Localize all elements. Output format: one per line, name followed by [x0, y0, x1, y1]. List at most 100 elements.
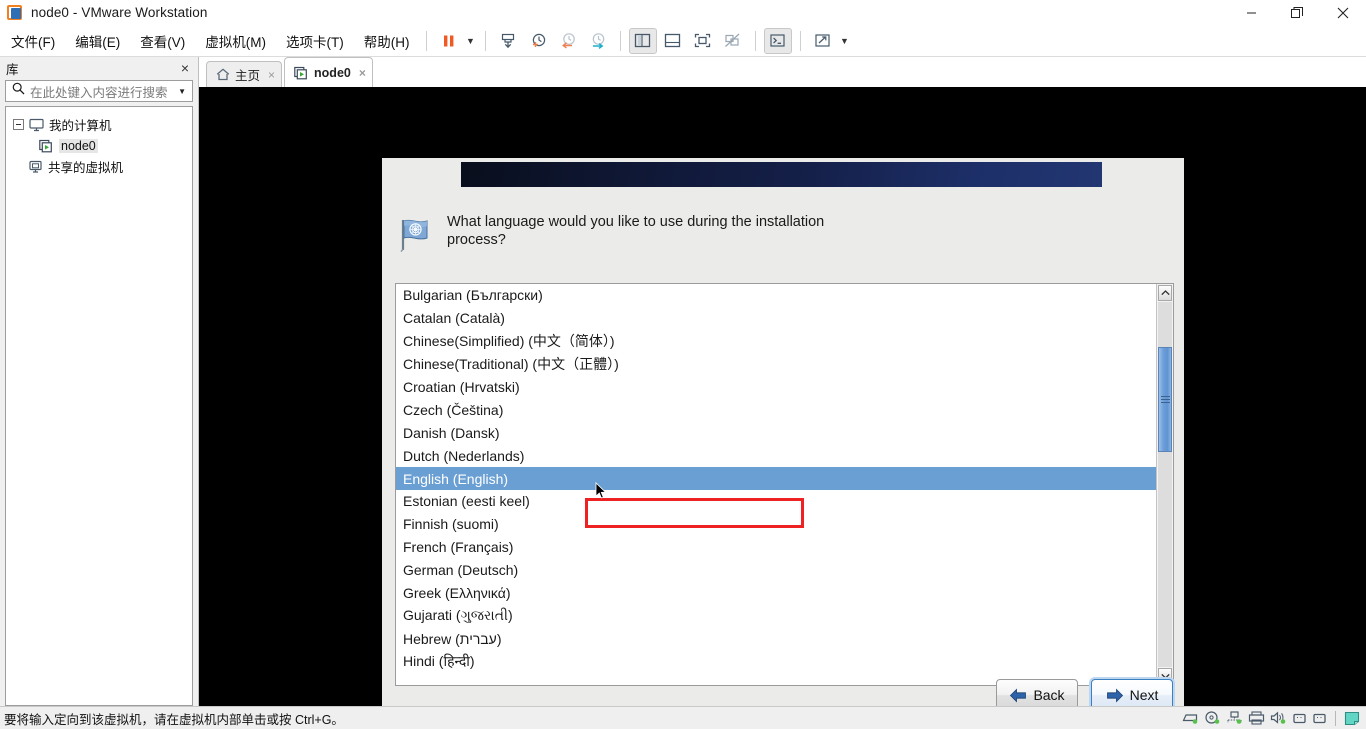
snapshot-take-button[interactable] [494, 28, 522, 54]
input-capture-icon[interactable] [1344, 711, 1360, 726]
sound-card-icon[interactable] [1270, 711, 1287, 725]
list-item[interactable]: Dutch (Nederlands) [396, 444, 1156, 467]
tab-close-icon[interactable]: × [268, 68, 275, 82]
main-body: 库 × 在此处键入内容进行搜索 ▼ 我的计算机 node0 共享的虚拟机 主页 … [0, 57, 1366, 706]
menu-vm[interactable]: 虚拟机(M) [196, 28, 275, 54]
toolbar-separator-4 [754, 30, 756, 51]
unity-button[interactable] [719, 28, 747, 54]
back-button-label: Back [1033, 687, 1065, 703]
stretch-dropdown[interactable]: ▼ [838, 29, 852, 53]
list-item[interactable]: Bulgarian (Български) [396, 284, 1156, 307]
pause-icon [443, 35, 453, 46]
tab-label: 主页 [235, 69, 261, 83]
computer-icon [29, 118, 44, 132]
list-item[interactable]: Greek (Ελληνικά) [396, 582, 1156, 605]
list-item[interactable]: Hebrew (עברית) [396, 627, 1156, 650]
list-item-selected[interactable]: English (English) [396, 467, 1156, 491]
close-button[interactable] [1320, 0, 1366, 25]
cd-dvd-icon[interactable] [1204, 711, 1221, 725]
close-icon[interactable]: × [178, 60, 192, 76]
show-thumbnails-button[interactable] [659, 28, 687, 54]
show-library-button[interactable] [628, 27, 657, 54]
menu-help[interactable]: 帮助(H) [355, 28, 419, 54]
list-item[interactable]: Estonian (eesti keel) [396, 490, 1156, 513]
mouse-cursor [595, 482, 607, 505]
tab-close-icon[interactable]: × [359, 66, 366, 80]
power-dropdown[interactable]: ▼ [464, 29, 478, 53]
panel-bottom-icon [664, 33, 681, 48]
list-scrollbar[interactable] [1156, 284, 1173, 685]
list-item[interactable]: Danish (Dansk) [396, 421, 1156, 444]
stretch-button[interactable] [809, 28, 837, 54]
toolbar-separator-5 [799, 30, 801, 51]
scroll-thumb[interactable] [1158, 347, 1172, 452]
title-bar: node0 - VMware Workstation [0, 0, 1366, 25]
snapshot-manager-button[interactable] [584, 28, 612, 54]
usb-device-1-icon[interactable] [1292, 711, 1307, 725]
list-item[interactable]: Chinese(Simplified) (中文（简体）) [396, 330, 1156, 353]
list-item[interactable]: Hindi (हिन्दी) [396, 650, 1156, 673]
vm-running-icon [294, 66, 309, 80]
tree-label: node0 [59, 138, 98, 153]
revert-snapshot-button[interactable] [554, 28, 582, 54]
list-item[interactable]: German (Deutsch) [396, 559, 1156, 582]
hard-disk-icon[interactable] [1182, 711, 1199, 725]
navigation-buttons: Back Next [996, 679, 1173, 706]
status-bar: 要将输入定向到该虚拟机，请在虚拟机内部单击或按 Ctrl+G。 [0, 706, 1366, 729]
list-item[interactable]: Finnish (suomi) [396, 513, 1156, 536]
search-icon [12, 82, 25, 100]
scroll-track[interactable] [1158, 302, 1172, 667]
fullscreen-button[interactable] [689, 28, 717, 54]
usb-device-2-icon[interactable] [1312, 711, 1327, 725]
minimize-button[interactable] [1228, 0, 1274, 25]
list-item[interactable]: Chinese(Traditional) (中文（正體）) [396, 353, 1156, 376]
chevron-down-icon[interactable]: ▼ [175, 87, 189, 96]
vm-running-icon [39, 139, 54, 153]
search-input[interactable]: 在此处键入内容进行搜索 ▼ [5, 80, 193, 102]
list-item[interactable]: Catalan (Català) [396, 307, 1156, 330]
next-button-label: Next [1129, 687, 1159, 703]
toolbar-separator [425, 30, 427, 51]
menu-view[interactable]: 查看(V) [131, 28, 194, 54]
grip-icon [1160, 394, 1170, 405]
library-title: 库 [6, 62, 19, 77]
status-separator [1335, 710, 1336, 726]
language-list[interactable]: Bulgarian (Български) Catalan (Català) C… [396, 284, 1156, 685]
restore-button[interactable] [1274, 0, 1320, 25]
un-flag-icon [395, 216, 435, 253]
panel-left-icon [634, 33, 651, 48]
fullscreen-icon [694, 33, 711, 48]
menu-file[interactable]: 文件(F) [2, 28, 64, 54]
menu-tabs[interactable]: 选项卡(T) [277, 28, 353, 54]
tab-home[interactable]: 主页 × [206, 61, 283, 87]
back-button[interactable]: Back [996, 679, 1078, 706]
scroll-up-button[interactable] [1158, 285, 1172, 301]
next-button[interactable]: Next [1091, 679, 1173, 706]
network-adapter-icon[interactable] [1226, 711, 1243, 725]
list-item[interactable]: Croatian (Hrvatski) [396, 376, 1156, 399]
guest-screen[interactable]: What language would you like to use duri… [199, 87, 1366, 706]
terminal-icon [770, 34, 785, 47]
console-button[interactable] [763, 27, 792, 54]
status-device-icons [1182, 710, 1366, 726]
menu-edit[interactable]: 编辑(E) [66, 28, 129, 54]
library-tree[interactable]: 我的计算机 node0 共享的虚拟机 [5, 106, 193, 706]
list-item[interactable]: Gujarati (ગુજરાતી) [396, 604, 1156, 627]
list-item[interactable]: French (Français) [396, 536, 1156, 559]
library-sidebar: 库 × 在此处键入内容进行搜索 ▼ 我的计算机 node0 共享的虚拟机 [0, 57, 199, 706]
tree-item-my-computer[interactable]: 我的计算机 [6, 114, 192, 135]
home-icon [216, 68, 230, 81]
tab-node0[interactable]: node0 × [284, 57, 373, 87]
prompt-row: What language would you like to use duri… [395, 214, 1155, 253]
installer-dialog: What language would you like to use duri… [382, 158, 1186, 706]
suspend-button[interactable] [435, 28, 463, 54]
printer-icon[interactable] [1248, 711, 1265, 725]
tree-item-node0[interactable]: node0 [6, 135, 192, 156]
tree-label: 我的计算机 [49, 119, 112, 133]
installer-banner [461, 162, 1102, 187]
snapshot-manage-button[interactable] [524, 28, 552, 54]
expander-icon[interactable] [13, 119, 24, 130]
language-listbox[interactable]: Bulgarian (Български) Catalan (Català) C… [395, 283, 1174, 686]
list-item[interactable]: Czech (Čeština) [396, 398, 1156, 421]
tree-item-shared-vms[interactable]: 共享的虚拟机 [6, 156, 192, 177]
